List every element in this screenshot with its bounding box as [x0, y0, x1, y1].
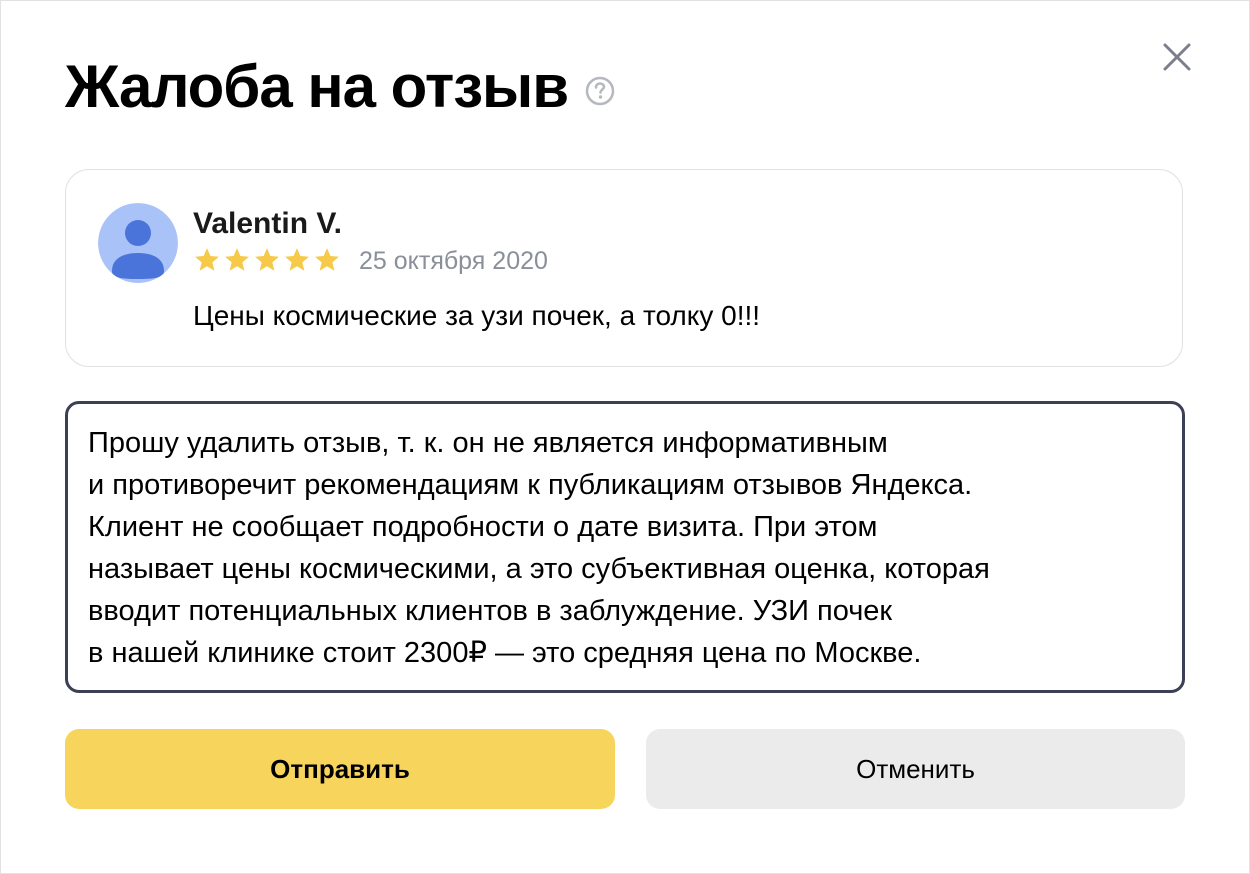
star-icon [223, 246, 251, 274]
star-icon [283, 246, 311, 274]
rating-stars [193, 246, 341, 274]
review-card: Valentin V. 25 октября 2020 Цены космиче… [65, 169, 1183, 367]
complaint-dialog: Жалоба на отзыв Valentin V. 25 октября 2… [0, 0, 1250, 874]
question-circle-icon[interactable] [584, 75, 616, 107]
star-icon [193, 246, 221, 274]
star-icon [253, 246, 281, 274]
star-icon [313, 246, 341, 274]
cancel-button[interactable]: Отменить [646, 729, 1185, 809]
review-author: Valentin V. [193, 207, 342, 240]
dialog-title: Жалоба на отзыв [65, 53, 569, 120]
user-avatar-icon [98, 203, 178, 283]
review-date: 25 октября 2020 [359, 247, 548, 275]
complaint-text: Прошу удалить отзыв, т. к. он не являетс… [88, 427, 990, 669]
title-row: Жалоба на отзыв [65, 51, 616, 123]
review-text: Цены космические за узи почек, а толку 0… [193, 300, 761, 331]
complaint-textarea[interactable]: Прошу удалить отзыв, т. к. он не являетс… [65, 401, 1185, 693]
close-icon[interactable] [1159, 39, 1195, 75]
submit-button[interactable]: Отправить [65, 729, 615, 809]
